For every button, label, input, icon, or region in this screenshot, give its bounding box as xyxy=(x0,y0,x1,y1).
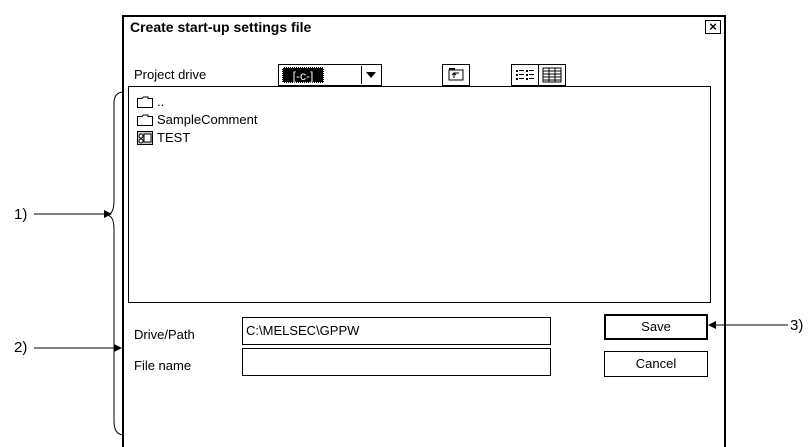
file-name-field[interactable] xyxy=(242,348,551,376)
annotation-2-label: 2) xyxy=(14,339,28,356)
chevron-down-icon[interactable] xyxy=(361,66,380,84)
list-view-icon xyxy=(516,70,534,80)
list-item-label: SampleComment xyxy=(157,112,258,127)
details-view-icon xyxy=(542,67,562,83)
project-drive-select[interactable]: [-c-] xyxy=(278,64,382,86)
create-startup-settings-dialog: Create start-up settings file × Project … xyxy=(122,15,726,447)
list-view-button[interactable] xyxy=(511,64,539,86)
folder-icon xyxy=(137,96,153,108)
list-item-label: TEST xyxy=(157,130,191,145)
details-view-button[interactable] xyxy=(538,64,566,86)
project-drive-label: Project drive xyxy=(134,67,207,82)
drive-path-label: Drive/Path xyxy=(134,327,195,342)
annotation-1-label: 1) xyxy=(14,206,28,223)
annotation-2-arrow xyxy=(34,344,122,352)
annotation-1-arrow xyxy=(34,210,112,218)
project-icon xyxy=(137,131,153,145)
file-list[interactable]: .. SampleComment TEST xyxy=(128,86,711,303)
cancel-button[interactable]: Cancel xyxy=(604,351,708,377)
title-bar: Create start-up settings file × xyxy=(124,17,724,37)
up-folder-button[interactable] xyxy=(442,64,470,86)
file-name-label: File name xyxy=(134,358,192,373)
save-button[interactable]: Save xyxy=(604,314,708,340)
drive-path-field[interactable]: C:\MELSEC\GPPW xyxy=(242,317,551,345)
close-button[interactable]: × xyxy=(705,20,721,34)
folder-icon xyxy=(137,114,153,126)
project-drive-value: [-c-] xyxy=(282,67,324,83)
list-item-label: .. xyxy=(157,94,165,109)
annotation-3-arrow xyxy=(708,321,788,329)
annotation-brace xyxy=(105,91,125,436)
dialog-title: Create start-up settings file xyxy=(130,19,312,35)
annotation-3-label: 3) xyxy=(790,317,804,334)
up-folder-icon xyxy=(448,68,464,81)
